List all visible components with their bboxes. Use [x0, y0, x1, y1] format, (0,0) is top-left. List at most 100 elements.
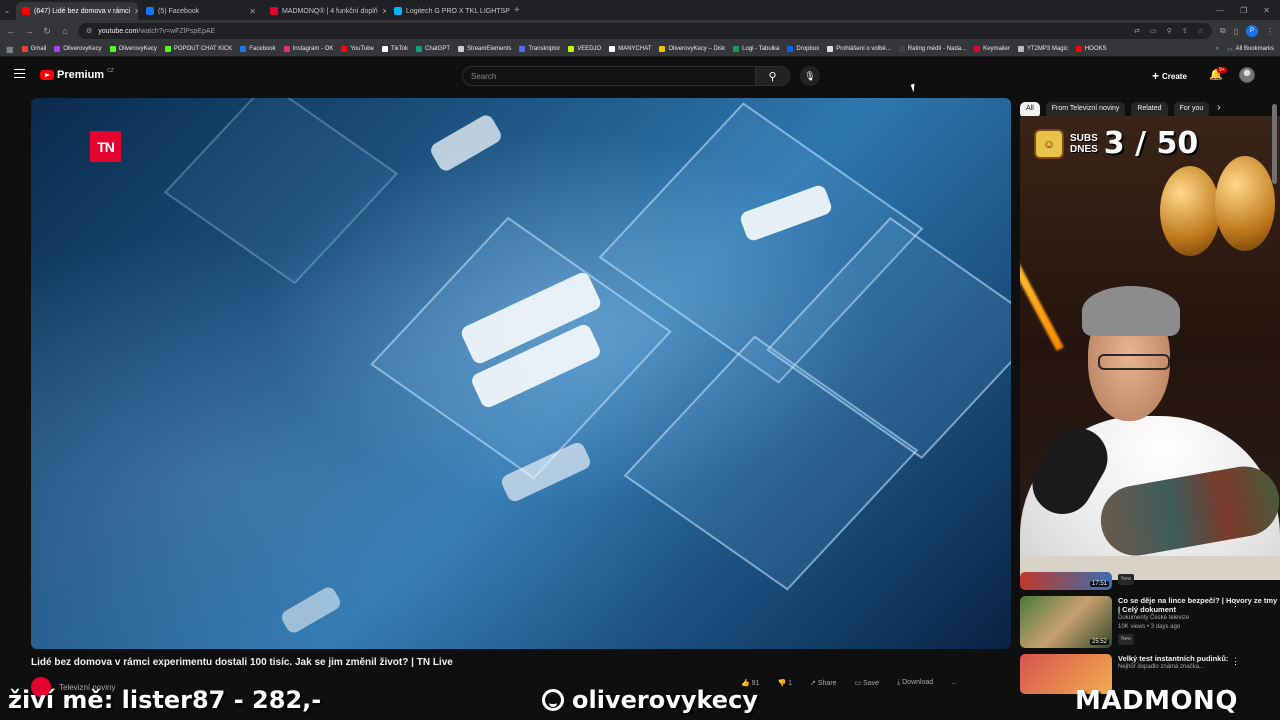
folder-icon: ▭ — [1226, 46, 1233, 53]
menu-icon[interactable] — [14, 69, 25, 78]
bookmark-label: Prohlášení o volbě... — [836, 46, 891, 52]
account-avatar[interactable] — [1239, 67, 1255, 83]
browser-tab-madmonq[interactable]: MADMONQ® | 4 funkční doplň ✕ — [264, 2, 386, 20]
url-field[interactable]: ⚙ youtube.com/watch?v=wFZlPspEpAE ⇄ ▭ ⚲ … — [78, 23, 1212, 39]
video-title[interactable]: Co se děje na lince bezpečí? | Hovory ze… — [1118, 596, 1280, 614]
share-icon[interactable]: ⇪ — [1182, 27, 1188, 35]
facebook-icon — [240, 46, 247, 52]
bookmark-item[interactable]: POPOUT CHAT KICK — [164, 46, 233, 52]
sidebar-icon[interactable]: ▯ — [1234, 27, 1238, 36]
bookmark-item[interactable]: YouTube — [341, 46, 374, 52]
bookmark-label: Keymailer — [983, 46, 1010, 52]
scrollbar-thumb[interactable] — [1272, 104, 1277, 184]
dislike-button[interactable]: 👎 1 — [777, 679, 792, 687]
bookmark-item[interactable]: HOOKS — [1075, 46, 1107, 52]
close-icon[interactable]: ✕ — [249, 7, 256, 16]
manychat-icon — [609, 46, 616, 52]
logitech-favicon-icon — [394, 7, 402, 15]
browser-tab-youtube[interactable]: (647) Lidé bez domova v rámci ✕ — [16, 2, 138, 20]
logo-text: Premium — [57, 69, 105, 81]
download-button[interactable]: ⤓ Download — [897, 679, 933, 687]
drive-icon — [659, 46, 666, 52]
channel-name[interactable]: Dokumenty České televize — [1118, 614, 1280, 623]
new-badge: New — [1118, 634, 1135, 645]
save-button[interactable]: ▭ Save — [855, 679, 880, 687]
bookmark-item[interactable]: Transkriptor — [519, 46, 560, 52]
video-player[interactable]: TN — [31, 98, 1011, 649]
bookmark-item[interactable]: Facebook — [240, 46, 276, 52]
all-bookmarks-button[interactable]: ▭ All Bookmarks — [1227, 46, 1274, 53]
more-actions-button[interactable]: ... — [951, 679, 957, 687]
channel-name[interactable]: Nejhůř dopadlo známá značka... — [1118, 663, 1280, 672]
bookmark-item[interactable]: TikTok — [381, 46, 408, 52]
youtube-play-icon — [40, 70, 54, 80]
bookmark-item[interactable]: Logi - Tabulka — [733, 46, 779, 52]
bookmarks-bar: ▦ Gmail OliverovyKecy OliverovyKecy POPO… — [0, 42, 1280, 57]
close-icon[interactable]: ✕ — [382, 7, 386, 16]
window-close-icon[interactable]: ✕ — [1263, 6, 1270, 15]
browser-tab-logitech[interactable]: Logitech G PRO X TKL LIGHTSP ✕ — [388, 2, 510, 20]
bookmark-item[interactable]: Keymailer — [974, 46, 1010, 52]
new-tab-icon[interactable]: + — [514, 5, 520, 16]
back-icon[interactable]: ← — [6, 26, 16, 36]
profile-avatar[interactable]: P — [1246, 25, 1258, 37]
cast-icon[interactable]: ▭ — [1150, 27, 1157, 35]
share-button[interactable]: ↗ Share — [810, 679, 837, 687]
video-title[interactable]: Velký test instantních pudinků: — [1118, 654, 1280, 663]
bookmark-item[interactable]: Rating médií - Nada... — [898, 46, 967, 52]
create-button[interactable]: + Create — [1152, 68, 1187, 84]
extensions-icon[interactable]: ⧉ — [1220, 26, 1226, 36]
search-input[interactable] — [463, 67, 755, 85]
reload-icon[interactable]: ↻ — [42, 26, 52, 37]
minimize-icon[interactable]: — — [1216, 6, 1224, 15]
translate-icon[interactable]: ⇄ — [1134, 27, 1140, 35]
bookmark-item[interactable]: OliverovyKecy – Disk — [659, 46, 725, 52]
bookmark-item[interactable]: Gmail — [21, 46, 46, 52]
chevron-right-icon[interactable]: » — [1216, 46, 1219, 52]
madmonq-favicon-icon — [270, 7, 278, 15]
facebook-favicon-icon — [146, 7, 154, 15]
list-item[interactable]: 25:52 Co se děje na lince bezpečí? | Hov… — [1020, 596, 1280, 648]
bookmark-item[interactable]: VEEDJO — [568, 46, 601, 52]
bookmark-item[interactable]: OliverovyKecy — [109, 46, 157, 52]
scrollbar[interactable] — [1272, 98, 1278, 698]
bookmark-item[interactable]: YT2MP3 Magic — [1017, 46, 1068, 52]
bookmark-item[interactable]: StreamElements — [458, 46, 511, 52]
bookmark-item[interactable]: OliverovyKecy — [54, 46, 102, 52]
youtube-logo[interactable]: Premium CZ — [40, 68, 114, 81]
bookmark-label: Rating médií - Nada... — [907, 46, 967, 52]
browser-menu-icon[interactable]: ⋮ — [1266, 27, 1274, 36]
video-thumbnail[interactable]: 17:51 — [1020, 572, 1112, 590]
bookmark-item[interactable]: ChatGPT — [416, 46, 450, 52]
smile-icon — [542, 689, 564, 711]
video-title: Lidé bez domova v rámci experimentu dost… — [31, 657, 453, 668]
list-item[interactable]: 17:51 New — [1020, 572, 1280, 590]
tab-search-icon[interactable]: ⌄ — [0, 6, 14, 15]
close-icon[interactable]: ✕ — [134, 7, 138, 16]
bookmark-item[interactable]: Prohlášení o volbě... — [827, 46, 891, 52]
site-info-icon[interactable]: ⚙ — [86, 27, 92, 35]
browser-tab-facebook[interactable]: (5) Facebook ✕ — [140, 2, 262, 20]
bookmark-label: POPOUT CHAT KICK — [173, 46, 233, 52]
bookmark-favicon-icon — [898, 46, 905, 52]
video-thumbnail[interactable]: 25:52 — [1020, 596, 1112, 648]
bookmark-item[interactable]: MANYCHAT — [609, 46, 651, 52]
forward-icon[interactable]: → — [24, 26, 34, 36]
bookmark-label: Transkriptor — [528, 46, 561, 52]
instagram-handle: oliverovykecy — [572, 686, 758, 714]
search-button[interactable]: ⚲ — [755, 67, 789, 85]
restore-icon[interactable]: ❐ — [1240, 6, 1247, 15]
url-host: youtube.com — [98, 27, 139, 35]
voice-search-button[interactable]: 🎙 — [800, 66, 820, 86]
bookmark-label: Dropbox — [796, 46, 820, 52]
video-frame-shape — [279, 584, 343, 636]
more-options-icon[interactable]: ⋮ — [1231, 598, 1240, 609]
apps-icon[interactable]: ▦ — [6, 45, 14, 54]
bookmark-star-icon[interactable]: ☆ — [1198, 27, 1204, 35]
video-meta: 10K views • 3 days ago — [1118, 624, 1181, 630]
bookmark-item[interactable]: Dropbox — [787, 46, 819, 52]
home-icon[interactable]: ⌂ — [60, 26, 70, 36]
zoom-icon[interactable]: ⚲ — [1167, 27, 1172, 35]
more-options-icon[interactable]: ⋮ — [1231, 656, 1240, 667]
bookmark-item[interactable]: Instagram - OK — [283, 46, 333, 52]
